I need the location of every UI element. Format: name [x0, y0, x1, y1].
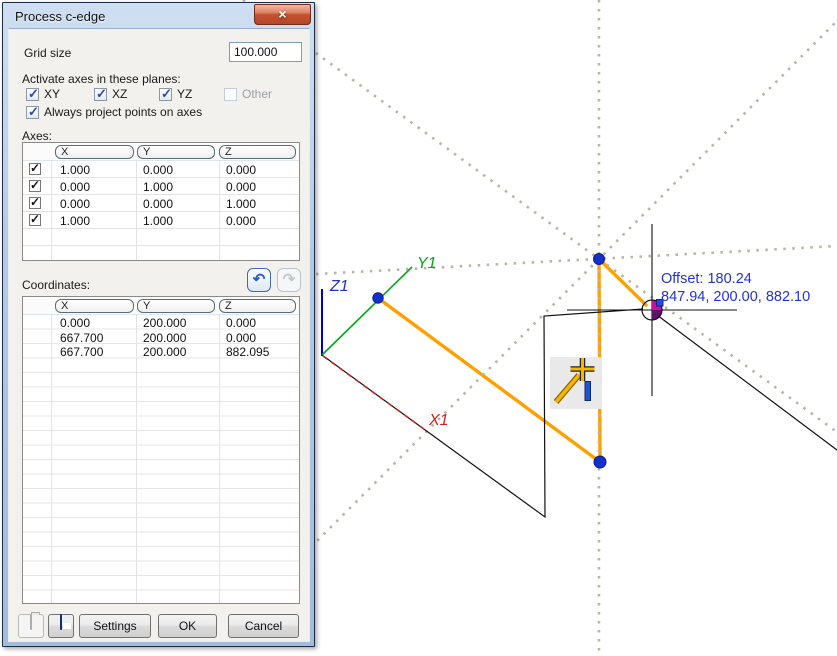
- axes-cell[interactable]: 0.000: [143, 163, 173, 177]
- offset-tooltip-line1: Offset: 180.24: [661, 271, 752, 287]
- checkbox-yz[interactable]: YZ: [159, 87, 192, 101]
- coordinates-table: X Y Z 0.000 200.000 0.000 667.700 200.00…: [22, 296, 300, 604]
- axes-cell[interactable]: 1.000: [143, 214, 173, 228]
- checkbox-always-project-box: [26, 106, 39, 119]
- checkbox-other-label: Other: [242, 87, 272, 101]
- coordinates-column-z[interactable]: Z: [219, 299, 296, 313]
- redo-button: ↷: [277, 268, 301, 292]
- grid-size-input[interactable]: [229, 42, 302, 62]
- axes-column-y[interactable]: Y: [137, 145, 215, 159]
- axes-cell[interactable]: 1.000: [60, 214, 90, 228]
- edge-polyline: [378, 259, 646, 462]
- axes-cell[interactable]: 1.000: [143, 180, 173, 194]
- checkbox-yz-label: YZ: [177, 87, 192, 101]
- undo-button[interactable]: ↶: [247, 268, 271, 292]
- axes-row-1: 1.000 0.000 0.000: [23, 161, 299, 178]
- open-button: [18, 614, 44, 638]
- edge-through-cursor: [657, 315, 837, 450]
- always-project-label: Always project points on axes: [44, 105, 202, 119]
- checkbox-xz-label: XZ: [112, 87, 127, 101]
- planes-label: Activate axes in these planes:: [22, 72, 181, 86]
- axes-row-3: 0.000 0.000 1.000: [23, 195, 299, 212]
- coordinate-cell[interactable]: 200.000: [143, 345, 186, 359]
- dialog-title[interactable]: Process c-edge: [15, 9, 105, 24]
- coordinates-label: Coordinates:: [22, 278, 90, 292]
- checkbox-other: Other: [224, 87, 272, 101]
- axes-cell[interactable]: 0.000: [226, 163, 256, 177]
- axes-row-4-checkbox[interactable]: [29, 214, 41, 226]
- axes-column-x[interactable]: X: [55, 145, 134, 159]
- save-button[interactable]: [48, 614, 74, 638]
- coordinates-row-3: 667.700 200.000 882.095: [23, 345, 299, 359]
- coordinate-cell[interactable]: 200.000: [143, 316, 186, 330]
- dialog-client-area: Grid size Activate axes in these planes:…: [8, 28, 310, 642]
- application-window: Z1 Y1 X1 Offset: 180.24 847.94, 200.00, …: [0, 0, 837, 656]
- axes-column-z[interactable]: Z: [219, 145, 296, 159]
- redo-icon: ↷: [283, 271, 296, 288]
- construction-xy-line: [280, 246, 837, 276]
- offset-tooltip-line2: 847.94, 200.00, 882.10: [661, 289, 810, 305]
- axes-label: Axes:: [22, 129, 52, 143]
- coordinates-row-2: 667.700 200.000 0.000: [23, 331, 299, 345]
- axes-cell[interactable]: 0.000: [226, 214, 256, 228]
- coordinate-cell[interactable]: 667.700: [60, 331, 103, 345]
- point-1: [373, 293, 383, 303]
- axes-cell[interactable]: 0.000: [226, 180, 256, 194]
- snap-icon-bar: [585, 382, 591, 401]
- coordinate-cell[interactable]: 667.700: [60, 345, 103, 359]
- axes-row-1-checkbox[interactable]: [29, 163, 41, 175]
- coordinates-table-body: 0.000 200.000 0.000 667.700 200.000 0.00…: [23, 315, 299, 603]
- checkbox-always-project[interactable]: Always project points on axes: [26, 105, 202, 119]
- process-c-edge-dialog: Process c-edge × Grid size Activate axes…: [2, 2, 315, 647]
- undo-icon: ↶: [253, 271, 266, 288]
- construction-y-line: [260, 21, 837, 598]
- cancel-button[interactable]: Cancel: [228, 614, 299, 638]
- axis-y-label: Y1: [417, 255, 437, 272]
- checkbox-xy[interactable]: XY: [26, 87, 60, 101]
- coordinate-cell[interactable]: 200.000: [143, 331, 186, 345]
- projected-profile: [322, 309, 643, 517]
- snap-mode-icon: [550, 357, 602, 409]
- close-icon: ×: [278, 6, 286, 22]
- coordinates-row-1: 0.000 200.000 0.000: [23, 316, 299, 330]
- save-floppy-icon: [60, 614, 62, 630]
- grid-size-label: Grid size: [24, 46, 71, 60]
- point-2: [594, 456, 606, 468]
- axes-row-3-checkbox[interactable]: [29, 197, 41, 209]
- settings-button[interactable]: Settings: [79, 614, 151, 638]
- axes-row-2-checkbox[interactable]: [29, 180, 41, 192]
- axes-table: X Y Z 1.000 0.000 0.000 0.000: [22, 142, 300, 261]
- checkbox-xz[interactable]: XZ: [94, 87, 127, 101]
- checkbox-xy-box: [26, 88, 39, 101]
- projection-edges: [322, 309, 837, 517]
- axes-cell[interactable]: 0.000: [60, 197, 90, 211]
- axis-z-label: Z1: [329, 278, 349, 295]
- checkbox-yz-box: [159, 88, 172, 101]
- open-folder-icon: [30, 614, 32, 630]
- axis-x-label: X1: [428, 412, 449, 429]
- point-3: [594, 254, 605, 265]
- checkbox-xz-box: [94, 88, 107, 101]
- axes-cell[interactable]: 0.000: [60, 180, 90, 194]
- coordinates-column-x[interactable]: X: [55, 299, 134, 313]
- coordinates-column-y[interactable]: Y: [137, 299, 215, 313]
- coordinate-cell[interactable]: 882.095: [226, 345, 269, 359]
- construction-x-line: [243, 0, 837, 432]
- axes-cell[interactable]: 1.000: [60, 163, 90, 177]
- axes-table-body: 1.000 0.000 0.000 0.000 1.000 0.000 0.00…: [23, 161, 299, 260]
- checkbox-other-box: [224, 88, 237, 101]
- construction-lines: [243, 0, 837, 656]
- checkbox-xy-label: XY: [44, 87, 60, 101]
- close-button[interactable]: ×: [254, 4, 311, 25]
- axes-cell[interactable]: 1.000: [226, 197, 256, 211]
- coordinate-cell[interactable]: 0.000: [226, 316, 256, 330]
- axes-row-4: 1.000 1.000 0.000: [23, 212, 299, 229]
- ok-button[interactable]: OK: [158, 614, 217, 638]
- coordinate-cell[interactable]: 0.000: [226, 331, 256, 345]
- axes-cell[interactable]: 0.000: [143, 197, 173, 211]
- axes-row-2: 0.000 1.000 0.000: [23, 178, 299, 195]
- coordinate-cell[interactable]: 0.000: [60, 316, 90, 330]
